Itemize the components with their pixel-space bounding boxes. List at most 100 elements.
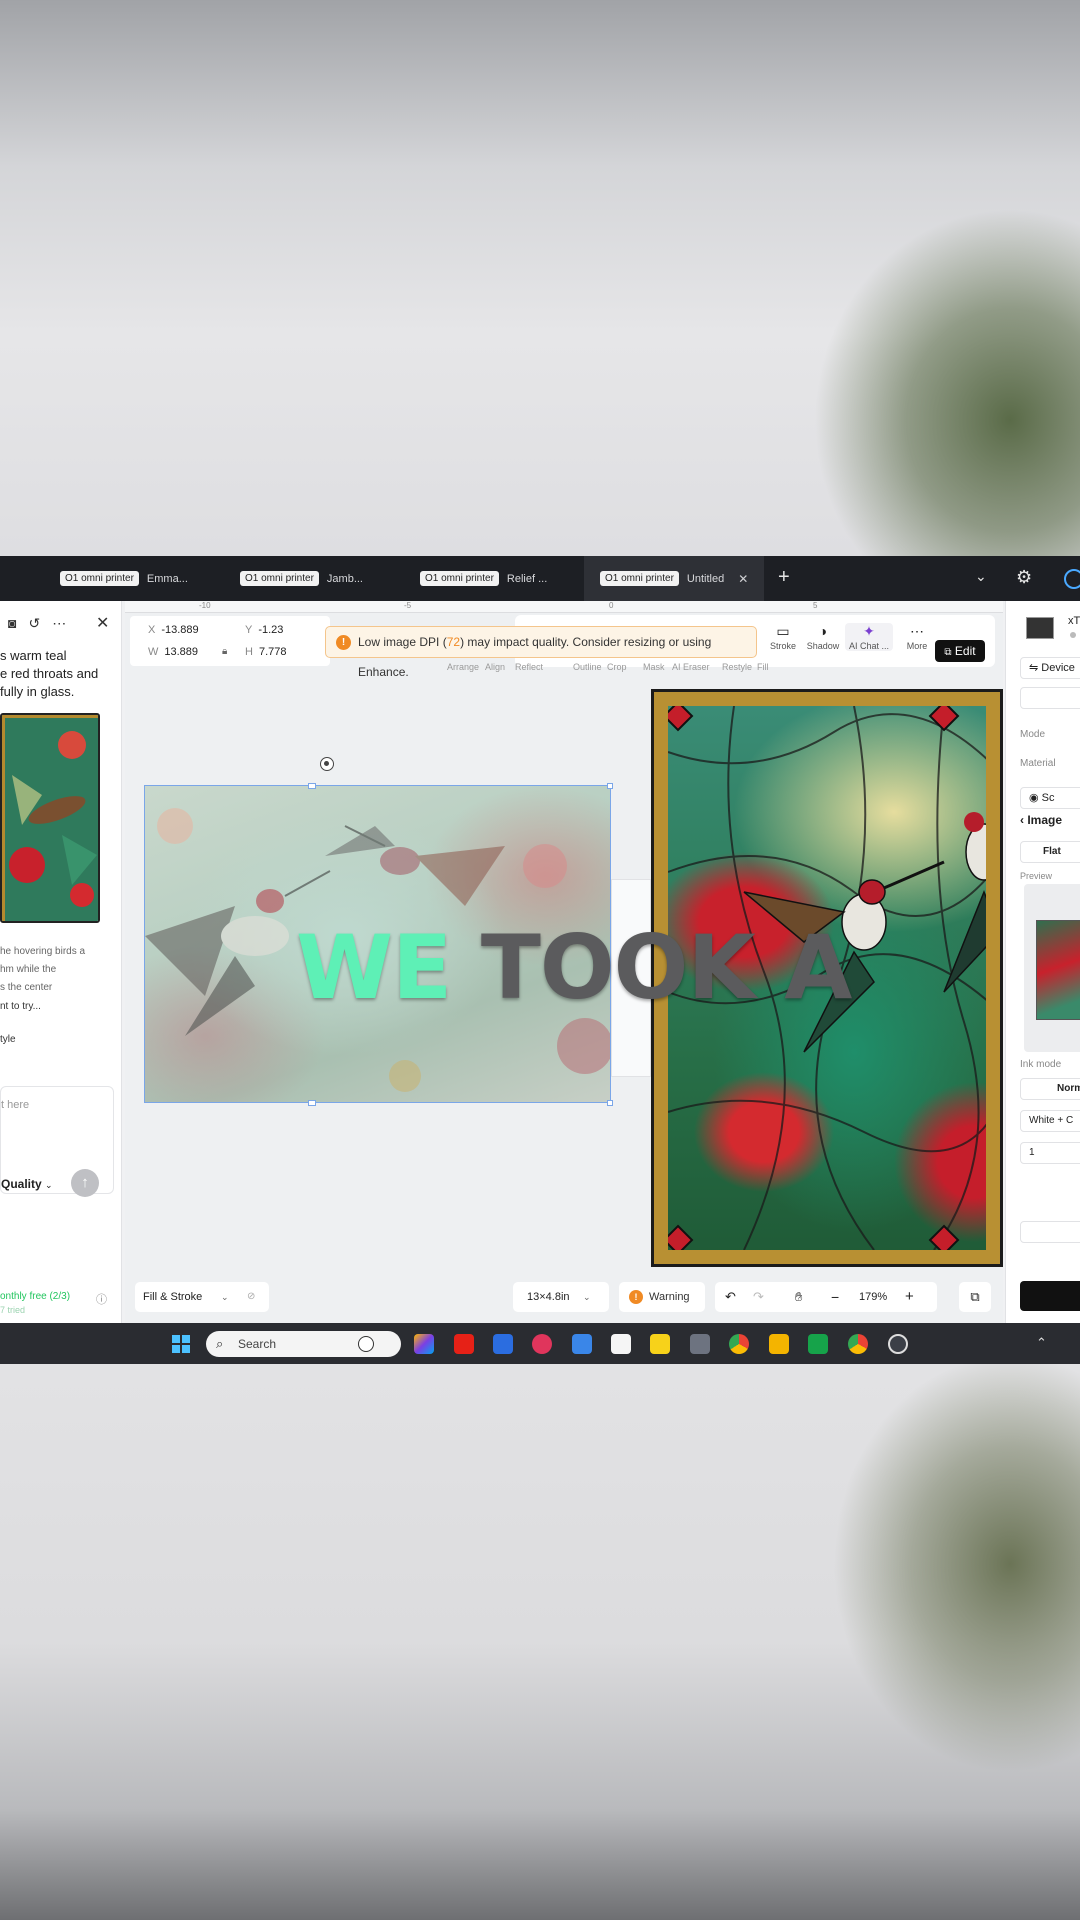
toolbar-reflect[interactable]: Reflect: [515, 662, 543, 672]
h-field[interactable]: H 7.778: [245, 646, 286, 658]
scan-label: Sc: [1041, 792, 1055, 804]
close-icon[interactable]: ✕: [96, 613, 109, 633]
edit-button[interactable]: ⧉ Edit: [935, 640, 985, 662]
history-icon[interactable]: ↺: [28, 615, 40, 632]
hand-tool-icon[interactable]: ✋︎: [795, 1282, 802, 1312]
profile-ring-icon[interactable]: [1064, 569, 1080, 589]
zoom-out-icon[interactable]: −: [831, 1282, 839, 1312]
chrome-profile-icon[interactable]: [848, 1334, 868, 1354]
new-tab-plus-icon[interactable]: +: [778, 566, 790, 589]
windows-taskbar: ⌕ Search ⌃: [0, 1323, 1080, 1364]
toolbar-stroke[interactable]: ▭ Stroke: [763, 623, 803, 651]
info-icon[interactable]: ⓘ: [96, 1291, 107, 1307]
tab-jamb[interactable]: O1 omni printer Jamb...: [224, 556, 404, 601]
resize-handle[interactable]: [607, 783, 613, 789]
scan-button[interactable]: ◉ Sc: [1020, 787, 1080, 809]
toolbar-align[interactable]: Align: [485, 662, 505, 672]
image-section-title[interactable]: ‹ Image: [1020, 813, 1062, 827]
app-gauge-icon[interactable]: [888, 1334, 908, 1354]
toolbar-ai-chat[interactable]: ✦ AI Chat ...: [845, 623, 893, 651]
undo-icon[interactable]: ↶: [725, 1282, 736, 1312]
toolbar-restyle[interactable]: Restyle: [722, 662, 752, 672]
layers-icon[interactable]: ⧉: [959, 1282, 991, 1312]
app-red-dots-icon[interactable]: [532, 1334, 552, 1354]
device-select[interactable]: [1020, 687, 1080, 709]
suggestion-item[interactable]: tyle: [0, 1034, 16, 1045]
fill-stroke-select[interactable]: Fill & Stroke ⌄ ⊘: [135, 1282, 269, 1312]
toolbar-mask[interactable]: Mask: [643, 662, 665, 672]
x-field[interactable]: X -13.889: [148, 624, 199, 636]
gear-icon[interactable]: ⚙: [1016, 567, 1032, 588]
toast-text-prefix: Low image DPI (: [358, 635, 447, 649]
xtool-icon[interactable]: [808, 1334, 828, 1354]
tab-untitled[interactable]: O1 omni printer Untitled ✕: [584, 556, 764, 601]
tab-emma[interactable]: O1 omni printer Emma...: [44, 556, 224, 601]
resize-handle[interactable]: [607, 1100, 613, 1106]
youtube-icon[interactable]: [454, 1334, 474, 1354]
windows-start-icon[interactable]: [172, 1335, 190, 1353]
white-color-select[interactable]: White + C: [1020, 1110, 1080, 1132]
file-explorer-icon[interactable]: [769, 1334, 789, 1354]
chevron-up-icon[interactable]: ⌃: [1036, 1335, 1047, 1351]
redo-icon[interactable]: ↷: [753, 1282, 764, 1312]
tab-title: Untitled: [686, 572, 725, 585]
resize-handle[interactable]: [308, 783, 316, 789]
rotate-handle[interactable]: [320, 757, 334, 771]
device-title: xT: [1068, 615, 1080, 627]
preview-thumbnail: [1024, 884, 1080, 1052]
toolbar-shadow[interactable]: ◑ Shadow: [803, 623, 843, 651]
lock-ratio-icon[interactable]: 🔒︎: [222, 646, 227, 657]
more-dots-icon: ⋯: [910, 623, 924, 639]
suggestion-item[interactable]: nt to try...: [0, 1001, 41, 1012]
taskbar-search[interactable]: ⌕ Search: [206, 1331, 401, 1357]
low-dpi-warning-toast: ! Low image DPI (72) may impact quality.…: [325, 626, 757, 679]
y-label: Y: [245, 624, 253, 636]
y-field[interactable]: Y -1.23: [245, 624, 283, 636]
zoom-level[interactable]: 179%: [859, 1282, 887, 1312]
tab-badge: O1 omni printer: [600, 571, 679, 586]
resize-handle[interactable]: [308, 1100, 316, 1106]
secondary-button[interactable]: [1020, 1221, 1080, 1243]
chat-line: s warm teal: [0, 648, 67, 663]
more-dots-icon[interactable]: ⋯: [52, 615, 66, 632]
app-blue-icon[interactable]: [493, 1334, 513, 1354]
chat-icon[interactable]: ◙: [8, 615, 16, 632]
send-button[interactable]: ↑: [71, 1169, 99, 1197]
toolbar-more[interactable]: ⋯ More: [897, 623, 937, 651]
chrome-icon[interactable]: [729, 1334, 749, 1354]
calculator-icon[interactable]: [690, 1334, 710, 1354]
free-quota-sub: 7 tried: [0, 1305, 26, 1315]
toolbar-ai-eraser[interactable]: AI Eraser: [672, 662, 710, 672]
toolbar-arrange[interactable]: Arrange: [447, 662, 479, 672]
generated-thumbnail[interactable]: [0, 713, 100, 923]
zoom-in-icon[interactable]: +: [905, 1282, 914, 1312]
warning-icon: !: [336, 635, 351, 650]
quantity-field[interactable]: 1: [1020, 1142, 1080, 1164]
notepad-icon[interactable]: [572, 1334, 592, 1354]
chevron-down-icon: ⌄: [45, 1180, 53, 1190]
flat-option[interactable]: Flat: [1020, 841, 1080, 863]
preview-image: [1036, 920, 1080, 1020]
copilot-icon[interactable]: [414, 1334, 434, 1354]
quality-select[interactable]: Quality ⌄: [1, 1177, 53, 1191]
document-icon[interactable]: [611, 1334, 631, 1354]
close-icon[interactable]: ✕: [738, 572, 748, 586]
toolbar-crop[interactable]: Crop: [607, 662, 627, 672]
chat-input[interactable]: t here Quality ⌄ ↑: [0, 1086, 114, 1197]
chevron-down-icon[interactable]: ⌄: [975, 568, 987, 585]
toolbar-fill[interactable]: Fill: [757, 662, 769, 672]
ink-mode-select[interactable]: Norm: [1020, 1078, 1080, 1100]
warning-button[interactable]: ! Warning: [619, 1282, 705, 1312]
w-field[interactable]: W 13.889: [148, 646, 198, 658]
mode-label: Mode: [1020, 729, 1046, 740]
no-fill-icon[interactable]: ⊘: [247, 1282, 255, 1312]
search-label: Search: [238, 1337, 277, 1351]
tab-relief[interactable]: O1 omni printer Relief ...: [404, 556, 584, 601]
sticky-notes-icon[interactable]: [650, 1334, 670, 1354]
toolbar-outline[interactable]: Outline: [573, 662, 602, 672]
primary-action-button[interactable]: [1020, 1281, 1080, 1311]
warning-label: Warning: [649, 1291, 690, 1303]
device-button[interactable]: ⇋ Device: [1020, 657, 1080, 679]
canvas-size-select[interactable]: 13×4.8in ⌄: [513, 1282, 609, 1312]
status-dot: [1070, 632, 1076, 638]
